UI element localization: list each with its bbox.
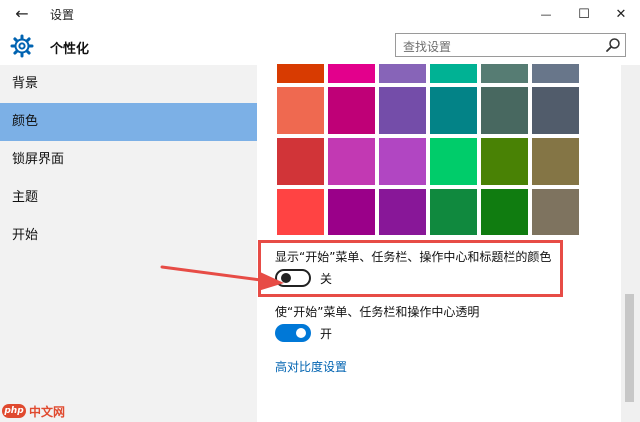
color-swatch[interactable] — [326, 187, 377, 237]
color-swatch[interactable] — [275, 136, 326, 187]
sidebar-item-lock-screen[interactable]: 锁屏界面 — [0, 141, 257, 179]
minimize-button[interactable]: — — [527, 0, 565, 28]
color-swatch[interactable] — [326, 64, 377, 85]
sidebar-item-colors[interactable]: 颜色 — [0, 103, 257, 141]
color-swatch[interactable] — [377, 64, 428, 85]
maximize-icon: ☐ — [578, 6, 590, 22]
color-swatch[interactable] — [275, 64, 326, 85]
close-icon: ✕ — [615, 6, 627, 22]
annotation-arrow-icon — [160, 265, 284, 291]
watermark-text: 中文网 — [29, 404, 66, 419]
watermark-logo: php — [2, 404, 26, 418]
color-swatch[interactable] — [428, 64, 479, 85]
color-swatch[interactable] — [275, 85, 326, 136]
transparency-label: 使“开始”菜单、任务栏和操作中心透明 — [275, 305, 480, 319]
sidebar-item-label: 锁屏界面 — [12, 152, 65, 167]
color-swatch[interactable] — [479, 187, 530, 237]
watermark: php 中文网 — [2, 402, 65, 420]
high-contrast-settings-link[interactable]: 高对比度设置 — [275, 358, 347, 375]
sidebar: 背景 颜色 锁屏界面 主题 开始 — [0, 65, 257, 422]
sidebar-item-label: 颜色 — [12, 114, 39, 129]
back-arrow-icon[interactable]: ← — [8, 3, 36, 25]
search-placeholder: 查找设置 — [403, 40, 452, 54]
transparency-toggle[interactable] — [275, 324, 311, 342]
maximize-button[interactable]: ☐ — [565, 0, 603, 28]
color-swatch[interactable] — [530, 85, 581, 136]
color-swatch[interactable] — [377, 136, 428, 187]
color-swatch[interactable] — [326, 85, 377, 136]
color-swatch[interactable] — [377, 85, 428, 136]
color-swatch[interactable] — [530, 136, 581, 187]
close-button[interactable]: ✕ — [602, 0, 640, 28]
annotation-highlight-box — [258, 240, 563, 297]
sidebar-item-label: 开始 — [12, 228, 39, 243]
window-title: 设置 — [50, 8, 75, 22]
scrollbar-thumb[interactable] — [625, 294, 634, 402]
color-swatch[interactable] — [479, 85, 530, 136]
sidebar-item-start[interactable]: 开始 — [0, 217, 257, 255]
color-swatch[interactable] — [275, 187, 326, 237]
color-swatch[interactable] — [377, 187, 428, 237]
color-swatch[interactable] — [479, 64, 530, 85]
accent-color-palette — [275, 64, 581, 237]
color-swatch[interactable] — [428, 136, 479, 187]
sidebar-item-label: 背景 — [12, 76, 39, 91]
toggle-knob — [296, 328, 306, 338]
color-swatch[interactable] — [479, 136, 530, 187]
minimize-icon: — — [540, 7, 552, 21]
sidebar-item-background[interactable]: 背景 — [0, 65, 257, 103]
search-icon[interactable] — [605, 37, 621, 53]
color-swatch[interactable] — [428, 187, 479, 237]
color-swatch[interactable] — [428, 85, 479, 136]
sidebar-item-label: 主题 — [12, 190, 39, 205]
title-bar: ← 设置 — ☐ ✕ — [0, 0, 640, 28]
color-swatch[interactable] — [530, 187, 581, 237]
color-swatch[interactable] — [530, 64, 581, 85]
color-swatch[interactable] — [326, 136, 377, 187]
page-title: 个性化 — [50, 42, 90, 57]
transparency-state: 开 — [320, 327, 333, 341]
sidebar-item-themes[interactable]: 主题 — [0, 179, 257, 217]
gear-icon — [10, 34, 34, 58]
search-input[interactable]: 查找设置 — [395, 33, 626, 57]
